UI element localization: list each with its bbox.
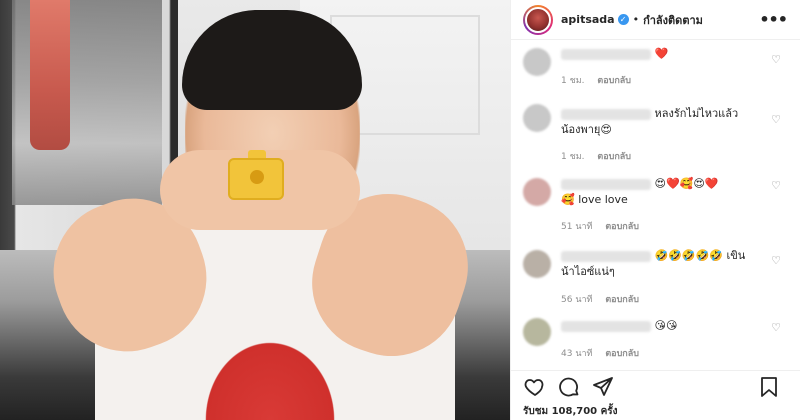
post-photo <box>0 0 510 420</box>
reply-button[interactable]: ตอบกลับ <box>605 349 639 359</box>
commenter-avatar[interactable] <box>523 48 551 76</box>
like-comment-heart-icon[interactable]: ♡ <box>771 113 781 126</box>
commenter-name[interactable] <box>561 250 651 262</box>
save-bookmark-icon[interactable] <box>757 375 781 399</box>
comment-emoji: 🤣🤣🤣🤣🤣 เขิน <box>654 249 746 262</box>
header-separator: • <box>632 13 640 26</box>
comment-list: ❤️ 1 ชม. ตอบกลับ ♡ หลงรักไม่ไหวแล้ว น้อง… <box>511 40 800 370</box>
comment-meta: 1 ชม. ตอบกลับ <box>561 73 631 87</box>
commenter-avatar[interactable] <box>523 104 551 132</box>
like-comment-heart-icon[interactable]: ♡ <box>771 321 781 334</box>
comment-meta: 1 ชม. ตอบกลับ <box>561 149 631 163</box>
comment-emoji: 😍❤️🥰😍❤️ <box>654 177 719 190</box>
comment-item: 😍❤️🥰😍❤️ 🥰 love love 51 นาที ตอบกลับ ♡ <box>511 168 800 240</box>
share-send-icon[interactable] <box>591 375 615 399</box>
commenter-avatar[interactable] <box>523 250 551 278</box>
comment-item: 🤣🤣🤣🤣🤣 เขิน น้าไอซ์แน่ๆ 56 นาที ตอบกลับ ♡ <box>511 240 800 312</box>
profile-avatar-ring[interactable] <box>523 4 553 35</box>
comment-item: 😘😘 43 นาที ตอบกลับ ♡ <box>511 312 800 370</box>
reply-button[interactable]: ตอบกลับ <box>605 222 639 232</box>
commenter-avatar[interactable] <box>523 318 551 346</box>
post-actions: รับชม 108,700 ครั้ง <box>511 370 800 420</box>
background-person <box>30 0 70 150</box>
comment-time: 43 นาที <box>561 349 593 359</box>
toy-camera-lens <box>250 170 264 184</box>
shirt-logo <box>195 330 345 420</box>
comment-body: หลงรักไม่ไหวแล้ว น้องพายุ😍 <box>561 106 761 138</box>
following-button[interactable]: กำลังติดตาม <box>643 11 703 29</box>
like-heart-icon[interactable] <box>523 375 547 399</box>
commenter-name[interactable] <box>561 48 651 60</box>
commenter-name[interactable] <box>561 178 651 190</box>
comment-body: 🤣🤣🤣🤣🤣 เขิน น้าไอซ์แน่ๆ <box>561 248 761 280</box>
reply-button[interactable]: ตอบกลับ <box>597 152 631 162</box>
post-sidebar: apitsada ✓ • กำลังติดตาม ••• ❤️ 1 ชม. ตอ… <box>510 0 800 420</box>
comment-time: 1 ชม. <box>561 152 585 162</box>
commenter-name[interactable] <box>561 320 651 332</box>
reply-button[interactable]: ตอบกลับ <box>597 76 631 86</box>
comment-time: 51 นาที <box>561 222 593 232</box>
username[interactable]: apitsada <box>561 13 615 26</box>
like-comment-heart-icon[interactable]: ♡ <box>771 53 781 66</box>
comment-bubble-icon[interactable] <box>557 375 581 399</box>
comment-meta: 43 นาที ตอบกลับ <box>561 346 639 360</box>
comment-body: 😘😘 <box>561 318 761 334</box>
comment-time: 56 นาที <box>561 295 593 305</box>
comment-meta: 51 นาที ตอบกลับ <box>561 219 639 233</box>
more-options-icon[interactable]: ••• <box>759 10 788 29</box>
reply-button[interactable]: ตอบกลับ <box>605 295 639 305</box>
comment-emoji: 😘😘 <box>654 319 678 332</box>
comment-time: 1 ชม. <box>561 76 585 86</box>
commenter-avatar[interactable] <box>523 178 551 206</box>
like-comment-heart-icon[interactable]: ♡ <box>771 254 781 267</box>
comment-emoji: ❤️ <box>654 47 669 60</box>
verified-badge-icon: ✓ <box>617 14 629 25</box>
post-header: apitsada ✓ • กำลังติดตาม ••• <box>511 0 800 40</box>
comment-body: 😍❤️🥰😍❤️ 🥰 love love <box>561 176 761 208</box>
profile-avatar[interactable] <box>525 6 551 33</box>
like-comment-heart-icon[interactable]: ♡ <box>771 179 781 192</box>
comment-item: ❤️ 1 ชม. ตอบกลับ ♡ <box>511 40 800 92</box>
comment-meta: 56 นาที ตอบกลับ <box>561 292 639 306</box>
comment-text: 🥰 love love <box>561 193 628 206</box>
comment-item: หลงรักไม่ไหวแล้ว น้องพายุ😍 1 ชม. ตอบกลับ… <box>511 92 800 168</box>
comment-text: น้าไอซ์แน่ๆ <box>561 265 615 278</box>
commenter-name[interactable] <box>561 108 651 120</box>
view-count[interactable]: รับชม 108,700 ครั้ง <box>523 404 618 419</box>
comment-body: ❤️ <box>561 46 761 62</box>
